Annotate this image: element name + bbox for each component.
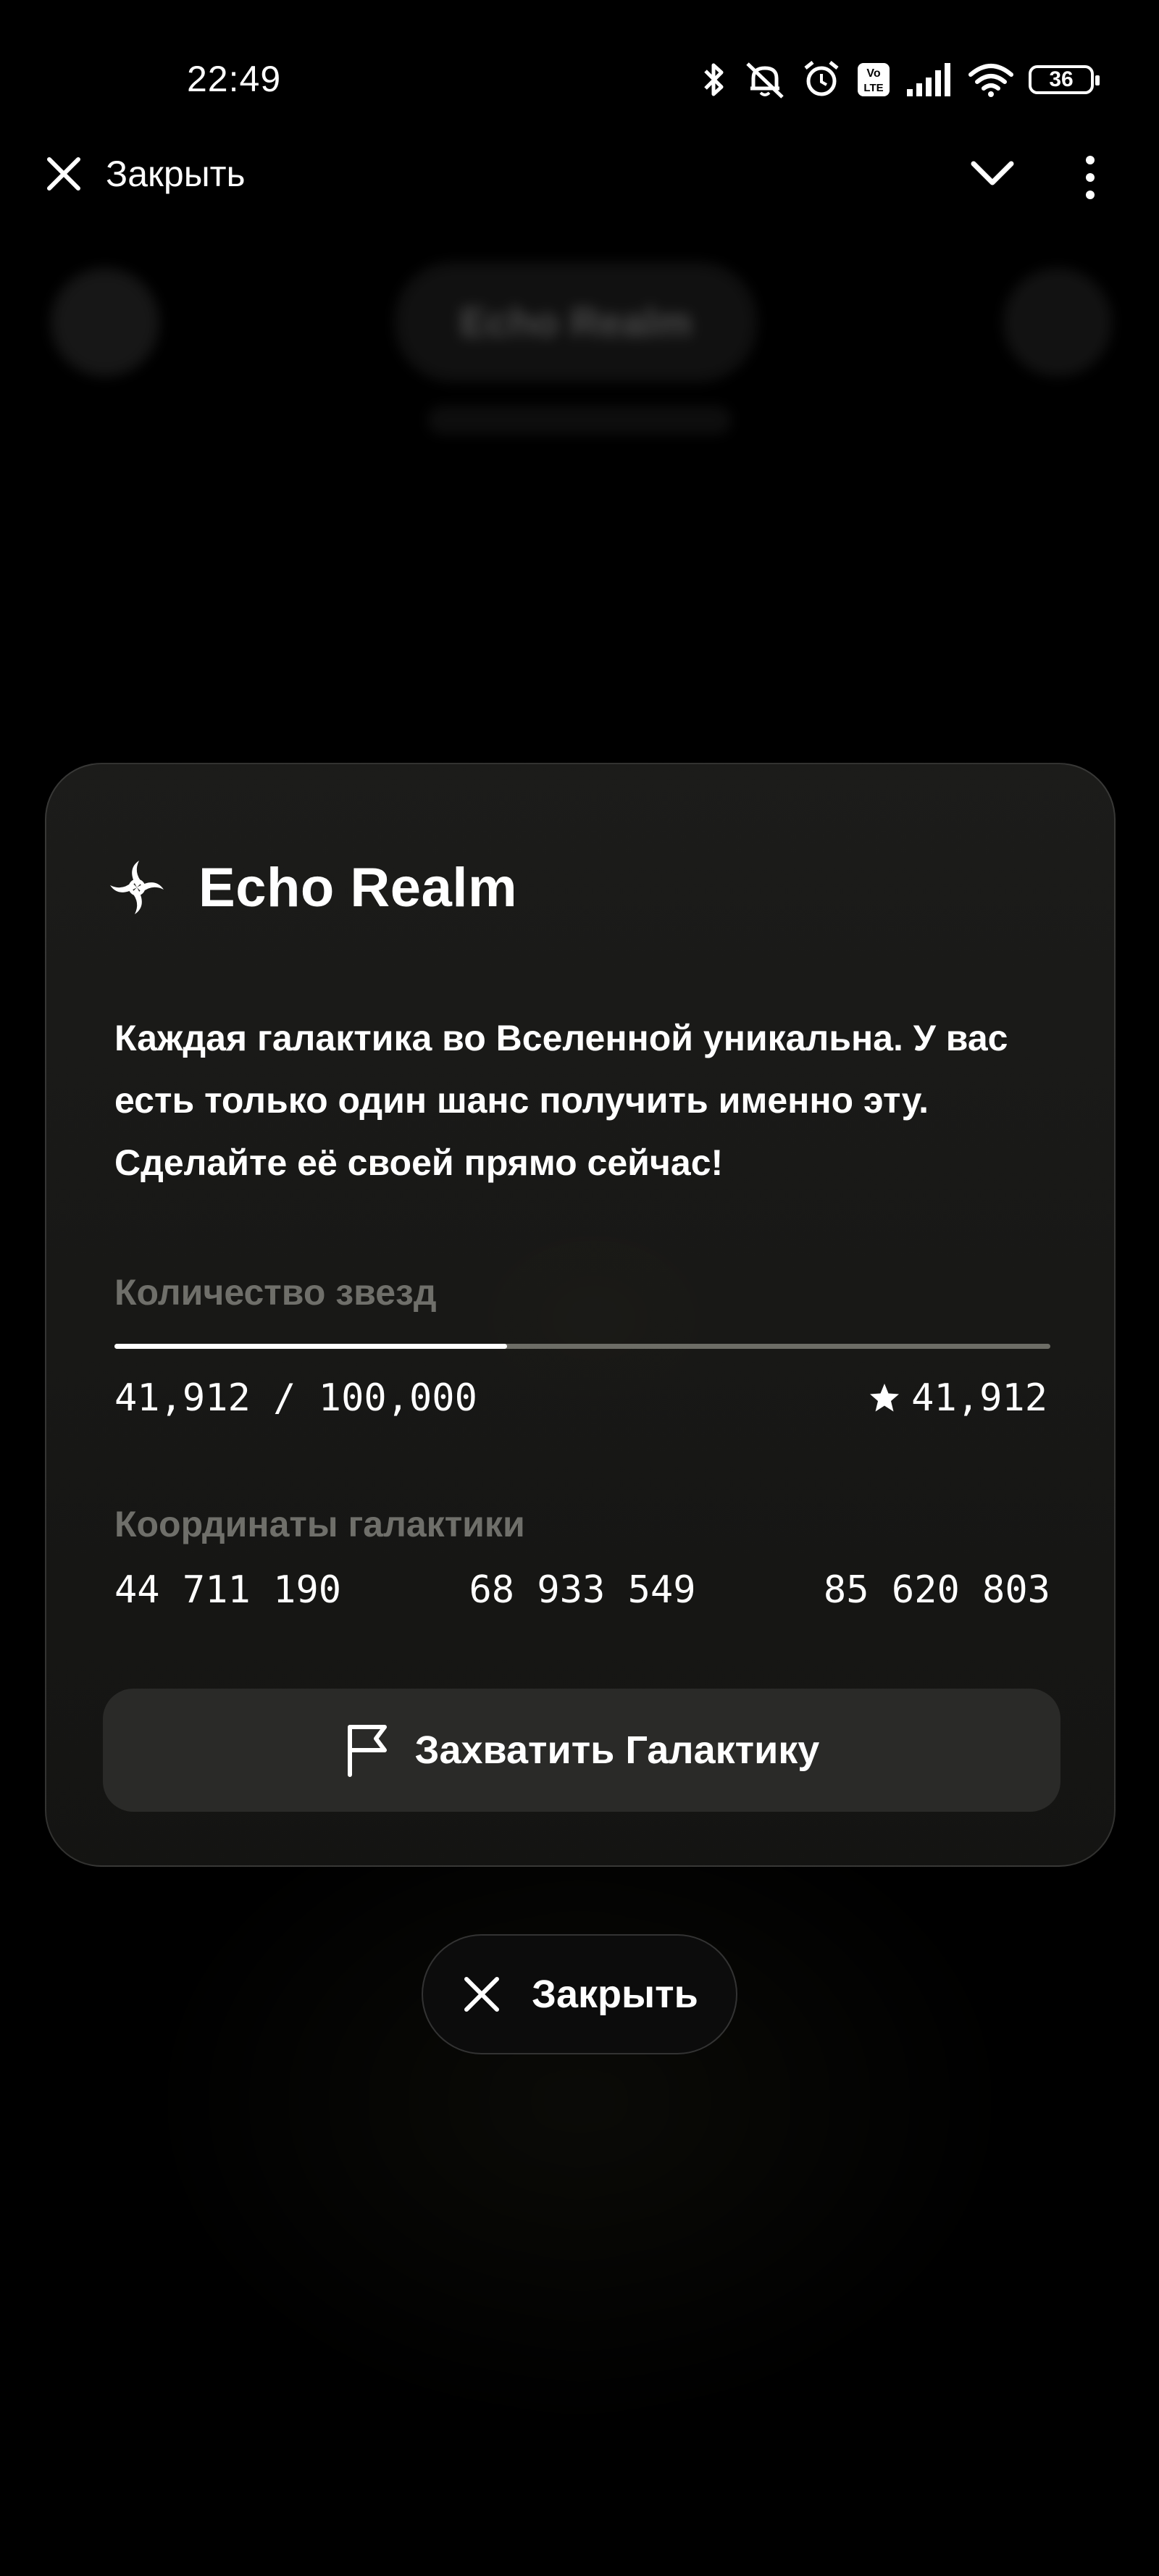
wifi-icon — [968, 64, 1013, 97]
status-time: 22:49 — [187, 59, 282, 99]
volte-bottom-label: LTE — [863, 82, 883, 94]
background-haze — [145, 1775, 1014, 2427]
capture-galaxy-button[interactable]: Захватить Галактику — [103, 1689, 1060, 1812]
coord-y: 68 933 549 — [469, 1568, 696, 1612]
card-header: Echo Realm — [104, 844, 517, 931]
close-icon — [47, 157, 80, 191]
galaxy-card: Echo Realm Каждая галактика во Вселенной… — [45, 763, 1116, 1867]
background-title: Echo Realm — [459, 299, 693, 345]
close-icon — [464, 1977, 500, 2012]
stars-total: 41,912 — [868, 1376, 1047, 1420]
top-close-button[interactable]: Закрыть — [43, 149, 246, 199]
coord-x: 44 711 190 — [114, 1568, 342, 1612]
status-bar: 22:49 Vo LTE 36 — [0, 0, 1159, 159]
top-close-label: Закрыть — [106, 154, 246, 194]
capture-galaxy-label: Захватить Галактику — [414, 1728, 820, 1772]
signal-icon — [907, 63, 950, 96]
coords-label: Координаты галактики — [114, 1504, 525, 1544]
stars-progress-fill — [114, 1344, 507, 1349]
close-button[interactable]: Закрыть — [422, 1934, 737, 2054]
collapse-button[interactable] — [963, 152, 1021, 196]
pinwheel-galaxy-icon — [110, 861, 164, 914]
background-subtitle — [427, 406, 732, 435]
background-title-pill: Echo Realm — [395, 262, 757, 382]
stars-progress-text: 41,912 / 100,000 — [114, 1376, 477, 1420]
background-avatar — [51, 268, 159, 377]
galaxy-coordinates: 44 711 190 68 933 549 85 620 803 — [114, 1568, 1050, 1612]
battery-level: 36 — [1049, 67, 1074, 91]
status-icons: Vo LTE 36 — [700, 59, 1100, 100]
volte-top-label: Vo — [866, 67, 880, 80]
mute-icon — [746, 62, 784, 99]
card-description: Каждая галактика во Вселенной уникальна.… — [114, 1018, 1008, 1183]
card-title: Echo Realm — [198, 856, 518, 919]
flag-icon — [347, 1725, 387, 1777]
battery-icon: 36 — [1029, 65, 1100, 94]
background-home-button — [1003, 268, 1112, 377]
chevron-down-icon — [971, 161, 1014, 185]
bluetooth-icon — [704, 63, 724, 96]
coord-z: 85 620 803 — [823, 1568, 1050, 1612]
volte-icon: Vo LTE — [858, 63, 890, 96]
stars-label: Количество звезд — [114, 1272, 437, 1313]
stars-progress-bar — [114, 1344, 1050, 1349]
close-button-label: Закрыть — [532, 1973, 698, 2016]
alarm-icon — [804, 61, 839, 96]
background-app-header: Echo Realm — [0, 246, 1159, 478]
stars-total-value: 41,912 — [911, 1376, 1047, 1420]
star-icon — [870, 1384, 900, 1412]
more-vert-icon[interactable] — [1068, 152, 1112, 203]
